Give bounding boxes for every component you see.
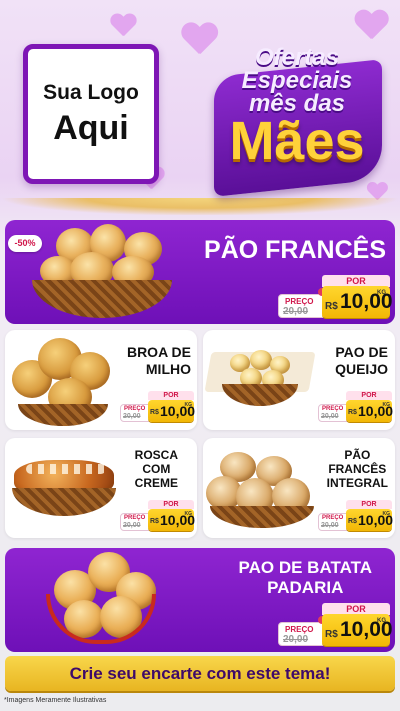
pao-de-batata-image — [40, 550, 160, 648]
old-price: 20,00 — [321, 522, 339, 529]
por-label: POR — [346, 391, 392, 400]
logo-text-line2: Aqui — [53, 109, 129, 147]
unit: KG — [382, 511, 391, 517]
price-tag: POR PREÇO 20,00 R$ 10,00 KG — [278, 603, 393, 646]
product-name: PÃO FRANCÊS INTEGRAL — [327, 448, 388, 490]
unit: KG — [184, 511, 193, 517]
logo-text-line1: Sua Logo — [43, 81, 139, 104]
new-price-box: R$ 10,00 KG — [346, 400, 393, 422]
product-name-line1: PAO DE BATATA — [238, 558, 372, 577]
product-name-line1: ROSCA — [134, 448, 178, 462]
cta-banner[interactable]: Crie seu encarte com este tema! — [5, 656, 395, 691]
promo-line2: Especiais — [241, 67, 353, 94]
price-tag: POR PREÇO 20,00 R$ 10,00 KG — [318, 500, 393, 533]
pao-de-queijo-image — [204, 344, 316, 414]
price-tag: POR PREÇO 20,00 R$ 10,00 KG — [120, 391, 195, 424]
unit: KG — [382, 402, 391, 408]
preco-label: PREÇO — [322, 515, 344, 521]
preco-label: PREÇO — [285, 625, 314, 634]
product-name-line3: CREME — [134, 476, 178, 490]
product-name-line2: PADARIA — [267, 578, 344, 597]
currency: R$ — [325, 301, 338, 312]
old-price-box: PREÇO 20,00 — [318, 513, 348, 531]
por-label: POR — [148, 391, 194, 400]
por-label: POR — [148, 500, 194, 509]
new-price-box: R$ 10,00 KG — [346, 509, 393, 531]
preco-label: PREÇO — [124, 515, 146, 521]
rosca-image — [8, 450, 120, 530]
currency: R$ — [150, 518, 159, 525]
heart-decoration-icon — [110, 14, 136, 38]
product-name: PAO DE BATATA PADARIA — [239, 558, 372, 598]
unit: KG — [377, 618, 386, 624]
old-price: 20,00 — [321, 413, 339, 420]
product-name: ROSCA COM CREME — [135, 448, 178, 490]
gold-divider — [0, 198, 400, 215]
old-price-box: PREÇO 20,00 — [120, 513, 150, 531]
price-tag: POR PREÇO 20,00 R$ 10,00 KG — [120, 500, 195, 533]
unit: KG — [377, 290, 386, 296]
bread-basket-image — [32, 222, 172, 322]
product-name-line2: COM — [142, 462, 171, 476]
old-price: 20,00 — [123, 522, 141, 529]
broa-image — [8, 334, 114, 430]
por-label: POR — [346, 500, 392, 509]
price-tag: POR PREÇO 20,00 R$ 10,00 KG — [318, 391, 393, 424]
heart-decoration-icon — [354, 10, 388, 41]
product-name-line1: PAO DE — [335, 344, 388, 360]
old-price-box: PREÇO 20,00 — [278, 622, 324, 646]
unit: KG — [184, 402, 193, 408]
product-name: PÃO FRANCÊS — [204, 236, 386, 264]
product-name-line3: INTEGRAL — [326, 476, 388, 490]
preco-label: PREÇO — [322, 406, 344, 412]
new-price-box: R$ 10,00 KG — [148, 509, 195, 531]
new-price-box: R$ 10,00 KG — [322, 286, 393, 318]
currency: R$ — [348, 409, 357, 416]
promo-line4: Mães — [229, 111, 365, 171]
old-price: 20,00 — [283, 306, 309, 317]
promo-title: Ofertas Especiais mês das Mães — [208, 44, 386, 197]
product-name: BROA DE MILHO — [127, 344, 191, 378]
price-tag: POR PREÇO 20,00 R$ 10,00 KG — [278, 275, 393, 318]
currency: R$ — [150, 409, 159, 416]
preco-label: PREÇO — [124, 406, 146, 412]
currency: R$ — [348, 518, 357, 525]
product-name-line1: BROA DE — [126, 344, 191, 360]
old-price-box: PREÇO 20,00 — [278, 294, 324, 318]
preco-label: PREÇO — [285, 297, 314, 306]
old-price: 20,00 — [123, 413, 141, 420]
product-name-line1: PÃO — [344, 448, 371, 462]
currency: R$ — [325, 629, 338, 640]
pao-integral-image — [206, 448, 318, 532]
footnote: *Imagens Meramente Ilustrativas — [4, 697, 107, 704]
product-name-line2: FRANCÊS — [328, 462, 387, 476]
logo-placeholder: Sua Logo Aqui — [23, 44, 159, 184]
header: Sua Logo Aqui Ofertas Especiais mês das … — [0, 0, 400, 215]
product-name: PAO DE QUEIJO — [335, 344, 388, 378]
old-price: 20,00 — [283, 634, 309, 645]
old-price-box: PREÇO 20,00 — [120, 404, 150, 422]
old-price-box: PREÇO 20,00 — [318, 404, 348, 422]
new-price-box: R$ 10,00 KG — [322, 614, 393, 646]
product-name-line2: MILHO — [145, 361, 191, 377]
new-price-box: R$ 10,00 KG — [148, 400, 195, 422]
product-name-line2: QUEIJO — [335, 361, 388, 377]
